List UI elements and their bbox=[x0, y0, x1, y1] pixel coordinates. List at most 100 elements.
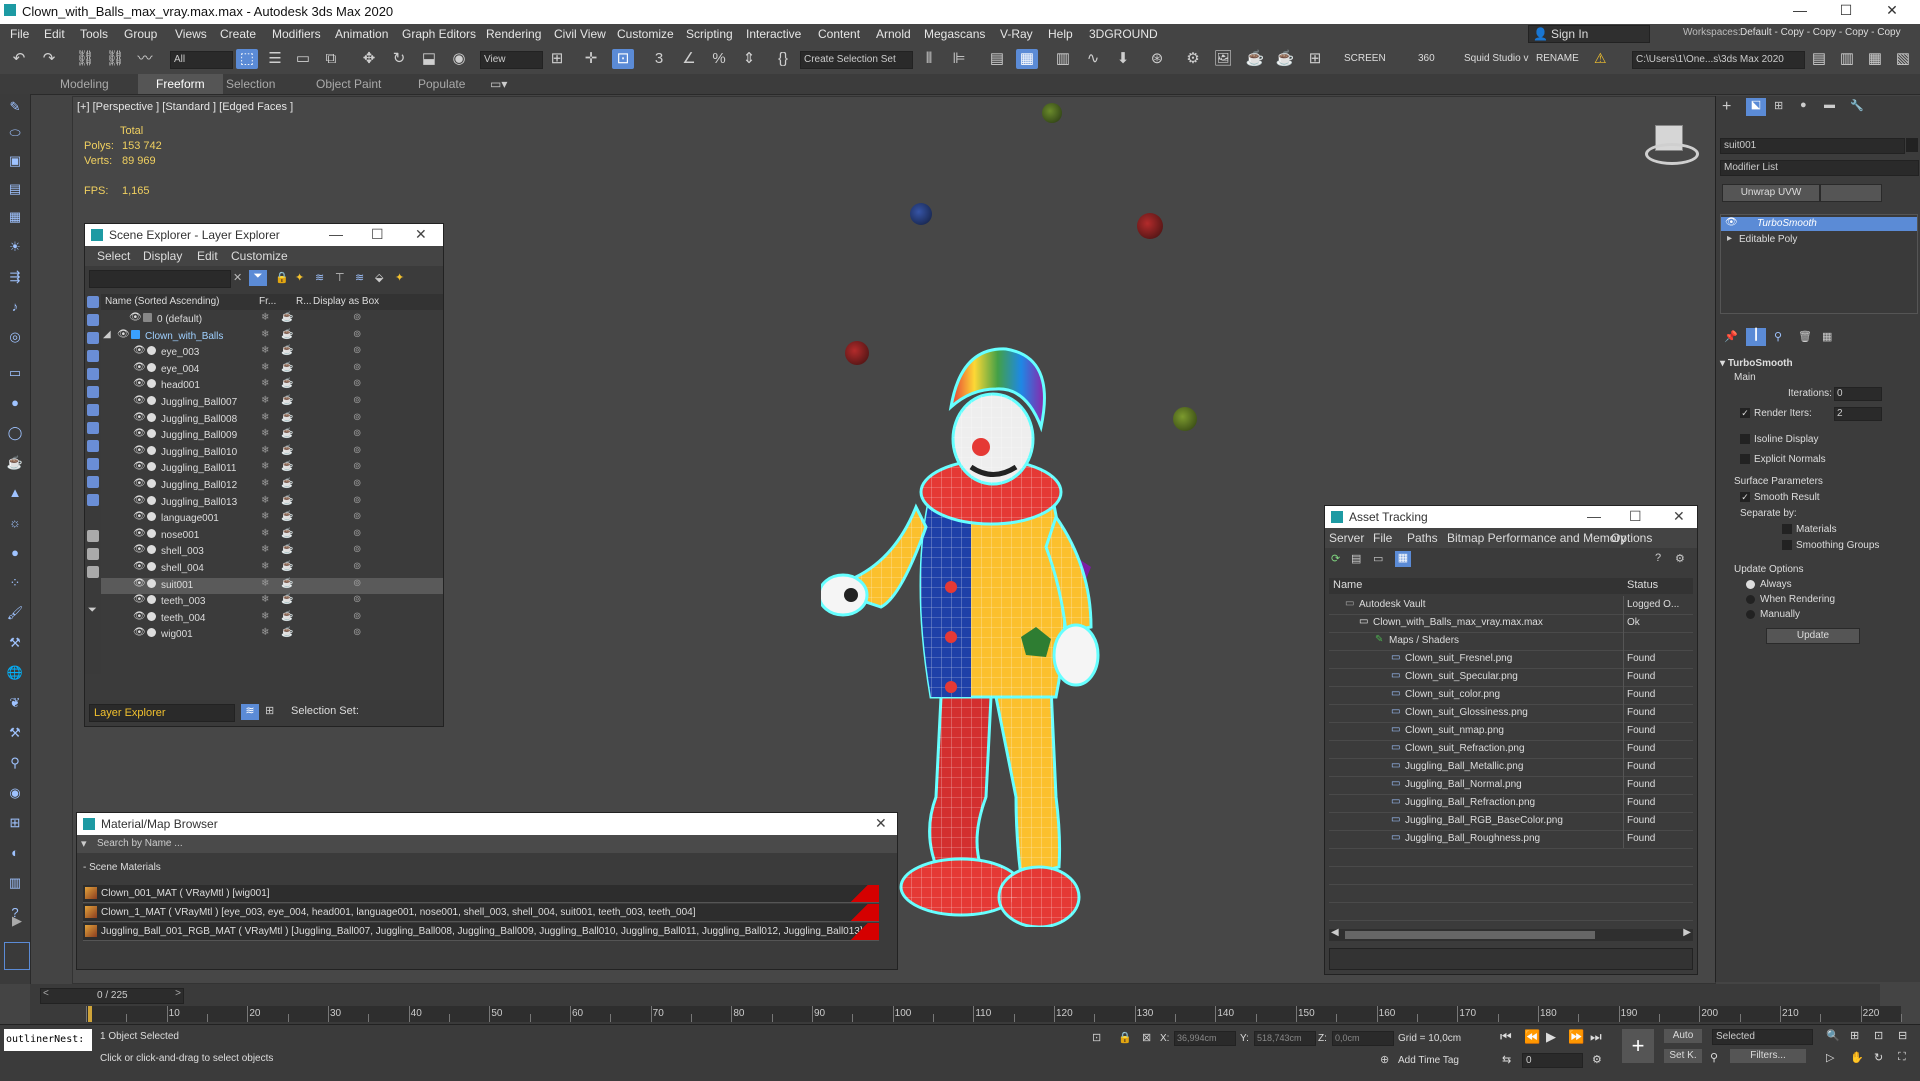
helpers-icon[interactable]: ⇶ bbox=[6, 268, 24, 286]
at-minimize-icon[interactable]: — bbox=[1587, 508, 1601, 524]
se-filter-cameras-icon[interactable] bbox=[87, 350, 99, 362]
renderable-toggle-icon[interactable]: ☕ bbox=[281, 627, 293, 638]
mb-options-arrow-icon[interactable]: ▾ bbox=[81, 837, 87, 850]
redo-icon[interactable]: ↷ bbox=[38, 49, 60, 69]
asset-row[interactable]: ✎ Maps / Shaders bbox=[1329, 632, 1693, 651]
se-filter-hidden-icon[interactable] bbox=[87, 494, 99, 506]
se-search-input[interactable] bbox=[89, 270, 231, 288]
snaps-toggle-icon[interactable]: 3 bbox=[648, 49, 670, 69]
viewport-label[interactable]: [+] [Perspective ] [Standard ] [Edged Fa… bbox=[77, 101, 293, 113]
renderable-toggle-icon[interactable]: ☕ bbox=[281, 578, 293, 589]
sign-in-button[interactable]: 👤 Sign In bbox=[1528, 25, 1650, 43]
at-horizontal-scrollbar[interactable]: ◀ ▶ bbox=[1329, 927, 1693, 941]
isoline-display-checkbox[interactable] bbox=[1740, 434, 1750, 444]
visibility-eye-icon[interactable]: 👁 bbox=[117, 329, 130, 340]
renderable-toggle-icon[interactable]: ☕ bbox=[281, 395, 293, 406]
menu-animation[interactable]: Animation bbox=[335, 27, 388, 41]
mirror-icon[interactable]: ⫴ bbox=[918, 49, 940, 69]
render-setup-icon[interactable]: ⚙ bbox=[1182, 49, 1204, 69]
se-filter-frozen-icon[interactable] bbox=[87, 476, 99, 488]
mb-scene-materials-header[interactable]: - Scene Materials bbox=[83, 862, 161, 873]
freeze-toggle-icon[interactable]: ❄ bbox=[261, 395, 269, 406]
freeze-toggle-icon[interactable]: ❄ bbox=[261, 312, 269, 323]
isolate-selection-icon[interactable]: ⊡ bbox=[1092, 1031, 1101, 1044]
at-scroll-left-icon[interactable]: ◀ bbox=[1331, 927, 1339, 938]
visibility-eye-icon[interactable]: 👁 bbox=[133, 345, 146, 356]
se-hierarchy-icon[interactable]: ⊤ bbox=[335, 271, 345, 284]
play-icon[interactable]: ▶ bbox=[1546, 1029, 1556, 1045]
project-folder-icon[interactable]: ▤ bbox=[1808, 49, 1830, 69]
visibility-eye-icon[interactable]: 👁 bbox=[133, 544, 146, 555]
network-icon[interactable]: ⚲ bbox=[6, 754, 24, 772]
mb-close-icon[interactable]: ✕ bbox=[875, 815, 887, 832]
se-row[interactable]: 👁 teeth_004 ❄ ☕ ⊚ bbox=[101, 611, 443, 627]
menu-vray[interactable]: V-Ray bbox=[1000, 27, 1033, 41]
at-help-icon[interactable]: ? bbox=[1655, 552, 1661, 564]
menu-interactive[interactable]: Interactive bbox=[746, 27, 801, 41]
rotate-icon[interactable]: ↻ bbox=[388, 49, 410, 69]
se-display-all-icon[interactable] bbox=[87, 530, 99, 542]
warning-icon[interactable]: ⚠ bbox=[1594, 50, 1607, 67]
se-hierarchy-mode-icon[interactable]: ⊞ bbox=[265, 704, 274, 717]
maxscript-listener[interactable]: outlinerNest: bbox=[4, 1029, 92, 1051]
renderable-toggle-icon[interactable]: ☕ bbox=[281, 478, 293, 489]
grid-icon[interactable]: ▦ bbox=[6, 208, 24, 226]
freeze-toggle-icon[interactable]: ❄ bbox=[261, 511, 269, 522]
at-maximize-icon[interactable]: ☐ bbox=[1629, 508, 1642, 525]
degree-360-label[interactable]: 360 bbox=[1418, 53, 1435, 64]
ribbon-options-icon[interactable]: ▭▾ bbox=[490, 77, 507, 91]
freeze-toggle-icon[interactable]: ❄ bbox=[261, 578, 269, 589]
minimize-icon[interactable]: — bbox=[1780, 2, 1820, 18]
scene-explorer-icon[interactable]: ▤ bbox=[986, 49, 1008, 69]
explicit-normals-checkbox[interactable] bbox=[1740, 454, 1750, 464]
renderable-toggle-icon[interactable]: ☕ bbox=[281, 362, 293, 373]
zoom-all-icon[interactable]: ⊞ bbox=[1850, 1029, 1859, 1042]
bind-space-warp-icon[interactable]: 〰 bbox=[134, 49, 156, 69]
se-row[interactable]: 👁 language001 ❄ ☕ ⊚ bbox=[101, 511, 443, 527]
modify-tab-icon[interactable]: ⬕ bbox=[1746, 98, 1766, 116]
menu-megascans[interactable]: Megascans bbox=[924, 27, 985, 41]
viewport-thumbnail[interactable] bbox=[4, 942, 30, 970]
se-col-renderable[interactable]: R... bbox=[296, 296, 312, 307]
stack-item-turbosmooth[interactable]: 👁 TurboSmooth bbox=[1721, 217, 1917, 231]
freeze-toggle-icon[interactable]: ❄ bbox=[261, 378, 269, 389]
visibility-eye-icon[interactable]: 👁 bbox=[133, 627, 146, 638]
menu-group[interactable]: Group bbox=[124, 27, 157, 41]
se-menu-display[interactable]: Display bbox=[143, 249, 182, 263]
renderable-toggle-icon[interactable]: ☕ bbox=[281, 544, 293, 555]
renderable-toggle-icon[interactable]: ☕ bbox=[281, 561, 293, 572]
freeze-toggle-icon[interactable]: ❄ bbox=[261, 544, 269, 555]
se-menu-edit[interactable]: Edit bbox=[197, 249, 218, 263]
screen-label[interactable]: SCREEN bbox=[1344, 53, 1386, 64]
visibility-eye-icon[interactable]: 👁 bbox=[133, 561, 146, 572]
layout-icon[interactable]: ▥ bbox=[1836, 49, 1858, 69]
named-selection-set-dropdown[interactable]: Create Selection Set bbox=[800, 51, 913, 69]
render-iters-checkbox[interactable]: ✓ bbox=[1740, 408, 1750, 418]
se-row[interactable]: ◢ 👁 Clown_with_Balls ❄ ☕ ⊚ bbox=[101, 329, 443, 345]
menu-scripting[interactable]: Scripting bbox=[686, 27, 733, 41]
se-filter-containers-icon[interactable] bbox=[87, 458, 99, 470]
menu-arnold[interactable]: Arnold bbox=[876, 27, 911, 41]
visibility-eye-icon[interactable]: 👁 bbox=[129, 312, 142, 323]
bones-icon[interactable]: ⚒ bbox=[6, 634, 24, 652]
sun-icon[interactable]: ☼ bbox=[6, 514, 24, 532]
iterations-spinner[interactable]: 0 bbox=[1834, 387, 1882, 401]
asset-row[interactable]: ▭ Juggling_Ball_Roughness.png Found bbox=[1329, 830, 1693, 849]
workspace-dropdown[interactable]: Default - Copy - Copy - Copy - Copy bbox=[1740, 27, 1916, 38]
asset-row[interactable]: ▭ Clown_suit_Fresnel.png Found bbox=[1329, 650, 1693, 669]
object-name-field[interactable]: suit001 bbox=[1720, 138, 1905, 154]
juggling-ball-2[interactable] bbox=[910, 203, 932, 225]
visibility-eye-icon[interactable]: 👁 bbox=[133, 428, 146, 439]
placement-icon[interactable]: ◉ bbox=[448, 49, 470, 69]
at-menu-file[interactable]: File bbox=[1373, 531, 1392, 545]
se-clear-search-icon[interactable]: ✕ bbox=[233, 271, 242, 284]
display-as-box-toggle-icon[interactable]: ⊚ bbox=[353, 329, 361, 340]
current-frame-field[interactable]: 0 bbox=[1522, 1053, 1583, 1068]
set-key-big-button[interactable]: + bbox=[1622, 1029, 1654, 1063]
material-item[interactable]: Clown_001_MAT ( VRayMtl ) [wig001] bbox=[83, 885, 879, 903]
goto-end-icon[interactable]: ⏭ bbox=[1590, 1029, 1602, 1045]
menu-civil-view[interactable]: Civil View bbox=[554, 27, 606, 41]
display-as-box-toggle-icon[interactable]: ⊚ bbox=[353, 544, 361, 555]
freeze-toggle-icon[interactable]: ❄ bbox=[261, 329, 269, 340]
display-as-box-toggle-icon[interactable]: ⊚ bbox=[353, 445, 361, 456]
